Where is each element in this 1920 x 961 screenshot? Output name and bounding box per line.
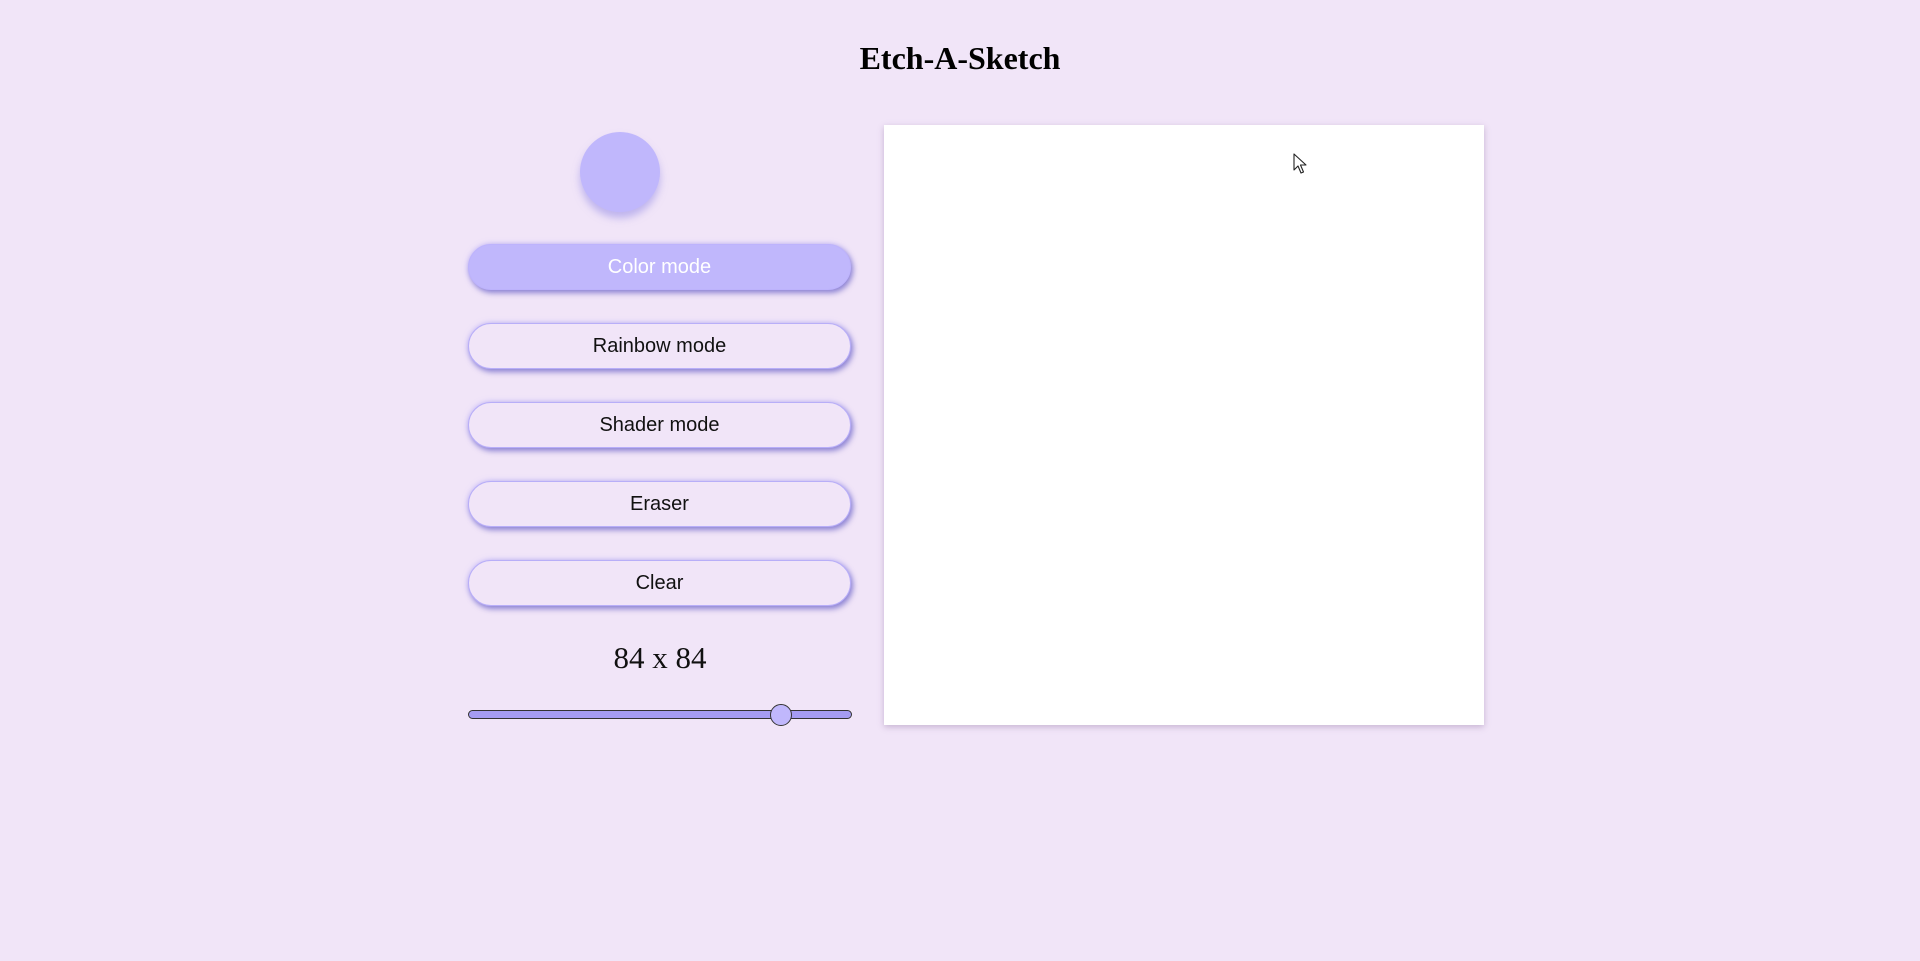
slider-thumb[interactable] [769,704,792,726]
rainbow-mode-button[interactable]: Rainbow mode [468,323,851,369]
slider-track[interactable] [468,710,852,719]
eraser-button[interactable]: Eraser [468,481,851,527]
sketch-board[interactable] [884,125,1484,725]
grid-size-slider[interactable] [468,704,852,726]
color-picker[interactable] [580,132,660,212]
grid-size-label: 84 x 84 [613,640,707,675]
page-title: Etch-A-Sketch [859,40,1061,76]
color-mode-button[interactable]: Color mode [468,244,851,290]
shader-mode-button[interactable]: Shader mode [468,402,851,448]
clear-button[interactable]: Clear [468,560,851,606]
